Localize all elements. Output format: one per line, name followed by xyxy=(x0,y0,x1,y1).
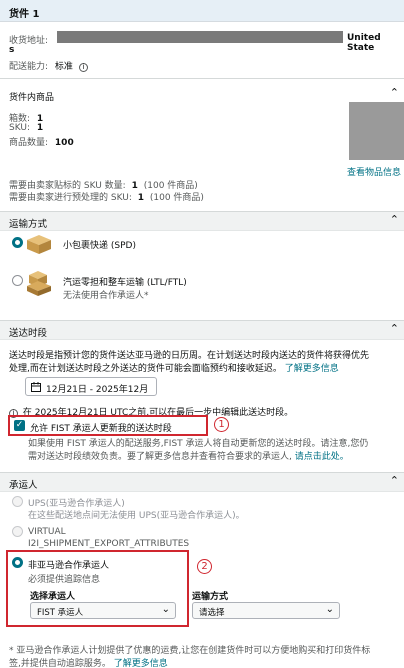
footer-line2: 签,并提供自动追踪服务。 了解更多信息 xyxy=(9,656,168,668)
transport-select-value: 请选择 xyxy=(199,608,225,618)
sku-value: 1 xyxy=(36,123,44,133)
shipping-method-title: 运输方式 xyxy=(9,219,48,230)
callout-number-1: 1 xyxy=(214,417,229,432)
delivery-window-collapse-icon[interactable]: ⌃ xyxy=(390,322,399,335)
capability-value: 标准 xyxy=(54,62,73,72)
ups-note: 在这些配送地点间无法使用 UPS(亚马逊合作承运人)。 xyxy=(28,511,245,521)
prep-sku-line: 需要由卖家进行预处理的 SKU: 1 (100 件商品) xyxy=(9,190,204,203)
fist-click-here-link[interactable]: 请点击此处。 xyxy=(295,452,349,462)
sku-label: SKU: xyxy=(9,123,30,133)
virtual-label: VIRTUAL xyxy=(28,527,66,537)
qty-label: 商品数量: xyxy=(9,138,49,148)
footer-text: 签,并提供自动追踪服务。 xyxy=(9,659,111,668)
footer-learn-more-link[interactable]: 了解更多信息 xyxy=(114,659,168,668)
delivery-learn-more-link[interactable]: 了解更多信息 xyxy=(285,364,339,374)
carrier-title: 承运人 xyxy=(9,480,38,491)
calendar-icon xyxy=(31,382,41,392)
shipment-header: 货件 1 xyxy=(0,0,404,22)
date-range-picker[interactable]: 12月21日 - 2025年12月 xyxy=(25,377,157,396)
prep-sku-suffix: (100 件商品) xyxy=(149,193,204,203)
delivery-desc-text: 处理,而在计划送达时段之外送达的货件可能会面临预约和接收延迟。 xyxy=(9,364,282,374)
info-icon[interactable]: i xyxy=(78,63,88,72)
fist-desc-line2: 需对送达时段绩效负责。要了解更多信息并查看符合要求的承运人, 请点击此处。 xyxy=(28,449,349,462)
product-image xyxy=(349,102,404,160)
fist-desc-line1: 如果使用 FIST 承运人的配送服务,FIST 承运人将自动更新您的送达时段。请… xyxy=(28,439,369,449)
fist-desc-text: 需对送达时段绩效负责。要了解更多信息并查看符合要求的承运人, xyxy=(28,452,292,462)
transport-select[interactable]: 请选择 ⌄ xyxy=(192,602,340,619)
capability-label: 配送能力: xyxy=(9,62,49,72)
package-icon xyxy=(27,235,51,254)
ltl-radio[interactable] xyxy=(12,275,23,286)
spd-label[interactable]: 小包裹快递 (SPD) xyxy=(63,238,136,251)
items-collapse-icon[interactable]: ⌃ xyxy=(390,86,399,99)
shipping-method-collapse-icon[interactable]: ⌃ xyxy=(390,213,399,226)
prep-sku-count: 1 xyxy=(137,193,144,203)
virtual-note: I2I_SHIPMENT_EXPORT_ATTRIBUTES xyxy=(28,539,190,549)
prep-sku-text: 需要由卖家进行预处理的 SKU: xyxy=(9,193,132,203)
delivery-window-title: 送达时段 xyxy=(9,328,48,339)
capability-row: 配送能力: 标准 i xyxy=(9,59,88,72)
view-items-link[interactable]: 查看物品信息 xyxy=(347,165,401,178)
callout-box-1 xyxy=(8,415,208,436)
date-range-value: 12月21日 - 2025年12月 xyxy=(46,385,149,395)
shipment-title: 货件 1 xyxy=(9,9,40,20)
address-country: United State xyxy=(347,33,381,53)
address-redacted xyxy=(57,31,343,43)
address-country-wrap: s xyxy=(9,45,15,55)
pallet-icon xyxy=(27,271,51,296)
ltl-label[interactable]: 汽运零担和整车运输 (LTL/FTL) xyxy=(63,275,187,288)
transport-label: 运输方式 xyxy=(192,592,229,602)
divider xyxy=(0,78,404,79)
callout-number-2: 2 xyxy=(197,559,212,574)
spd-radio[interactable] xyxy=(12,237,23,248)
footer-line1: * 亚马逊合作承运人计划提供了优惠的运费,让您在创建货件时可以方便地购买和打印货… xyxy=(9,646,371,656)
qty-value: 100 xyxy=(54,138,74,148)
carrier-header[interactable]: 承运人 ⌃ xyxy=(0,472,404,492)
delivery-desc-line2: 处理,而在计划送达时段之外送达的货件可能会面临预约和接收延迟。 了解更多信息 xyxy=(9,361,339,374)
items-section-title: 货件内商品 xyxy=(9,93,55,103)
sku-row: SKU: 1 xyxy=(9,123,43,133)
delivery-desc-line1: 送达时段是指预计您的货件送达亚马逊的日历周。在计划送达时段内送达的货件将获得优先 xyxy=(9,351,370,361)
address-row: 收货地址: xyxy=(9,33,48,46)
ups-radio[interactable] xyxy=(12,496,23,507)
callout-box-2 xyxy=(6,550,189,627)
chevron-down-icon: ⌄ xyxy=(325,604,334,615)
ltl-note: 无法使用合作承运人* xyxy=(63,291,149,301)
carrier-collapse-icon[interactable]: ⌃ xyxy=(390,474,399,487)
delivery-window-header[interactable]: 送达时段 ⌃ xyxy=(0,320,404,340)
address-label: 收货地址: xyxy=(9,36,49,46)
qty-row: 商品数量: 100 xyxy=(9,135,74,148)
virtual-radio[interactable] xyxy=(12,526,23,537)
shipping-method-header[interactable]: 运输方式 ⌃ xyxy=(0,211,404,231)
